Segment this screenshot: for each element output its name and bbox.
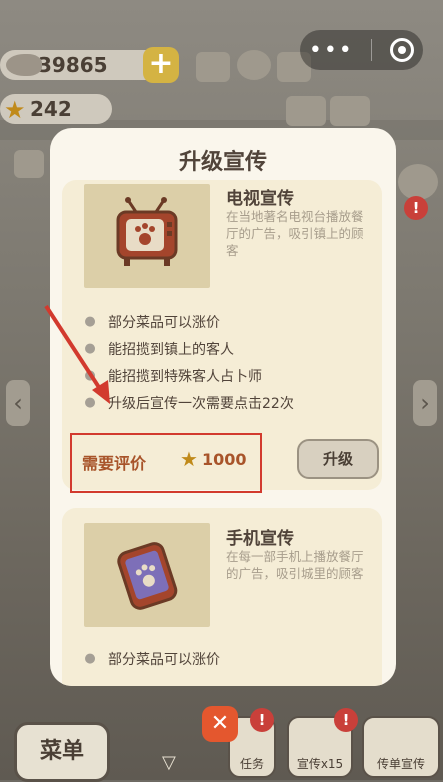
promote-label: 宣传x15 (296, 757, 344, 771)
annotation-arrow (44, 304, 110, 404)
cat-character-icon (398, 164, 438, 200)
flyer-button[interactable]: 传单宣传 (362, 716, 440, 778)
close-miniapp-icon[interactable] (390, 38, 415, 62)
close-icon[interactable]: ✕ (202, 706, 238, 742)
fish-coin-icon (6, 54, 42, 76)
flyer-label: 传单宣传 (376, 757, 425, 771)
perk-text: 部分菜品可以涨价 (108, 651, 220, 668)
perk-list: ● 部分菜品可以涨价 (82, 645, 220, 672)
tv-icon (84, 184, 210, 288)
promotion-description: 在每一部手机上播放餐厅的广告，吸引城里的顾客 (226, 549, 364, 581)
task-label: 任务 (239, 757, 264, 771)
more-icon[interactable]: ••• (309, 38, 354, 63)
gear-icon[interactable] (237, 50, 271, 80)
miniapp-capsule: ••• (300, 30, 423, 70)
shop-icon (14, 150, 44, 178)
newspaper-icon[interactable] (286, 96, 326, 126)
phone-icon (84, 523, 210, 627)
perk-text: 能招揽到特殊客人占卜师 (108, 368, 262, 385)
chevron-down-icon[interactable]: ▽ (162, 752, 176, 773)
menu-button[interactable]: 菜单 (14, 722, 110, 782)
promotion-title: 手机宣传 (226, 529, 294, 549)
task-alert-icon: ! (250, 708, 274, 732)
add-coins-button[interactable]: + (143, 47, 179, 83)
star-icon: ★ (180, 447, 198, 471)
paw-icon: ● (84, 651, 96, 666)
gamepad-icon[interactable] (330, 96, 370, 126)
star-icon: ★ (4, 96, 26, 124)
perk-text: 能招揽到镇上的客人 (108, 341, 234, 358)
upgrade-button[interactable]: 升级 (297, 439, 379, 479)
perk-text: 部分菜品可以涨价 (108, 314, 220, 331)
perk-text: 升级后宣传一次需要点击22次 (108, 395, 294, 412)
phone-promotion-card: 手机宣传 在每一部手机上播放餐厅的广告，吸引城里的顾客 ● 部分菜品可以涨价 (62, 508, 382, 686)
alert-badge-icon: ! (404, 196, 428, 220)
scroll-left-button[interactable]: ‹ (6, 380, 30, 426)
trophy-icon[interactable] (196, 52, 230, 82)
coin-count: 39865 (38, 53, 108, 77)
requirement-label: 需要评价 (82, 454, 147, 473)
star-count: 242 (30, 97, 72, 121)
requirement-value: 1000 (202, 450, 247, 469)
capsule-divider (371, 39, 373, 61)
promotion-description: 在当地著名电视台播放餐厅的广告，吸引镇上的顾客 (226, 209, 364, 258)
perk-item: ● 部分菜品可以涨价 (82, 645, 220, 672)
scroll-right-button[interactable]: › (413, 380, 437, 426)
dialog-title: 升级宣传 (178, 150, 267, 175)
promote-alert-icon: ! (334, 708, 358, 732)
promotion-title: 电视宣传 (226, 189, 294, 209)
